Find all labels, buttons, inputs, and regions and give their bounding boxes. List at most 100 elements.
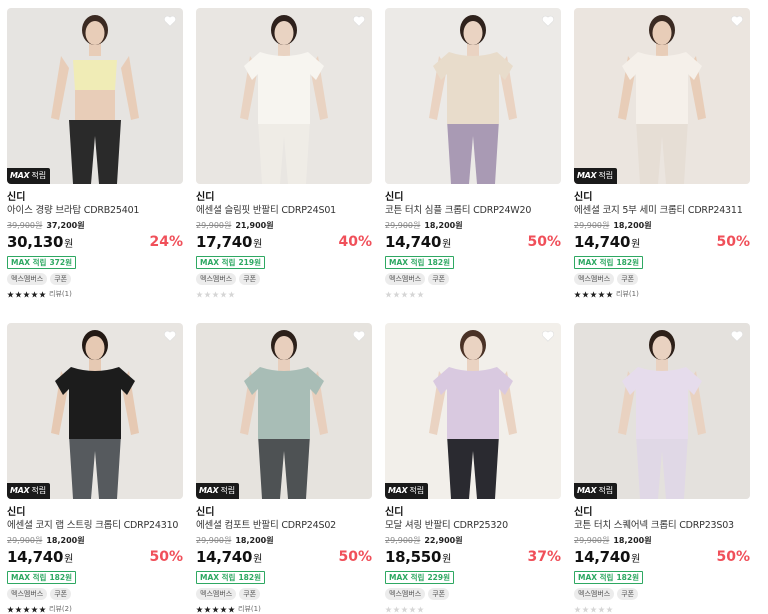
max-logo-icon: MAX bbox=[10, 171, 30, 180]
price-row: 29,900원 18,200원 bbox=[7, 535, 183, 546]
brand-name: 신디 bbox=[574, 507, 593, 518]
review-count[interactable]: 리뷰(1) bbox=[49, 289, 72, 299]
product-card[interactable]: MAX 적립 신디 모달 셔링 반팔티 CDRP25320 29,900원 22,900원… bbox=[385, 323, 561, 614]
brand-name: 신디 bbox=[7, 507, 26, 518]
product-image[interactable]: MAX 적립 bbox=[196, 323, 372, 499]
star-icon bbox=[590, 290, 597, 298]
product-name[interactable]: 에센셜 컴포트 반팔티 CDRP24S02 bbox=[196, 519, 372, 533]
product-name[interactable]: 에센셜 슬림핏 반팔티 CDRP24S01 bbox=[196, 204, 372, 218]
product-card[interactable]: MAX 적립 신디 코튼 터치 스퀘어넥 크롭티 CDRP23S03 29,900원 18… bbox=[574, 323, 750, 614]
star-icon bbox=[401, 290, 408, 298]
tag-chip: 멕스멤버스 bbox=[385, 273, 426, 285]
review-count[interactable]: 리뷰(2) bbox=[49, 604, 72, 614]
discount-rate: 37% bbox=[527, 549, 561, 565]
discount-rate: 40% bbox=[338, 234, 372, 250]
max-points-badge: MAX 적립 bbox=[385, 483, 429, 499]
product-name[interactable]: 코튼 터치 스퀘어넥 크롭티 CDRP23S03 bbox=[574, 519, 750, 533]
star-icon bbox=[204, 290, 211, 298]
product-name[interactable]: 에센셜 코지 랩 스트링 크롭티 CDRP24310 bbox=[7, 519, 183, 533]
max-points-label: MAX 적립 bbox=[200, 573, 236, 582]
max-points: MAX 적립 182원 bbox=[574, 571, 644, 584]
heart-icon bbox=[542, 15, 554, 27]
sale-price: 17,740원 bbox=[196, 233, 262, 251]
product-card[interactable]: 신디 에센셜 슬림핏 반팔티 CDRP24S01 29,900원 21,900원 17,… bbox=[196, 8, 372, 299]
original-price: 29,900원 bbox=[196, 221, 232, 230]
product-name[interactable]: 모달 셔링 반팔티 CDRP25320 bbox=[385, 519, 561, 533]
price-row: 29,900원 18,200원 bbox=[196, 535, 372, 546]
wishlist-button[interactable] bbox=[163, 14, 177, 28]
product-card[interactable]: MAX 적립신디 에센셜 코지 랩 스트링 크롭티 CDRP24310 29,900원… bbox=[7, 323, 183, 614]
product-card[interactable]: MAX 적립 신디 에센셜 코지 5부 세미 크롭티 CDRP24311 29,900원… bbox=[574, 8, 750, 299]
max-points-badge: MAX 적립 bbox=[7, 483, 51, 499]
rating-row bbox=[385, 289, 561, 299]
wishlist-button[interactable] bbox=[352, 329, 366, 343]
sale-price-value: 14,740 bbox=[385, 233, 442, 251]
product-card[interactable]: MAX 적립 신디 아이스 경량 브라탑 CDRB25401 39,900원 37,200… bbox=[7, 8, 183, 299]
max-points-badge: MAX 적립 bbox=[574, 483, 618, 499]
product-image[interactable]: MAX 적립 bbox=[574, 8, 750, 184]
wishlist-button[interactable] bbox=[541, 14, 555, 28]
max-badge-label: 적립 bbox=[409, 486, 425, 495]
wishlist-button[interactable] bbox=[163, 329, 177, 343]
max-logo-icon: MAX bbox=[10, 486, 30, 495]
star-icon bbox=[574, 290, 581, 298]
star-icon bbox=[15, 290, 22, 298]
wishlist-button[interactable] bbox=[541, 329, 555, 343]
sale-row: 14,740원 50% bbox=[385, 232, 561, 251]
sub-price: 18,200원 bbox=[613, 536, 652, 545]
product-name[interactable]: 코튼 터치 심플 크롭티 CDRP24W20 bbox=[385, 204, 561, 218]
max-points-label: MAX 적립 bbox=[578, 258, 614, 267]
tag-chip: 쿠폰 bbox=[239, 273, 261, 285]
tag-chip: 멕스멤버스 bbox=[574, 588, 615, 600]
review-count[interactable]: 리뷰(1) bbox=[238, 604, 261, 614]
max-badge-label: 적립 bbox=[598, 171, 614, 180]
rating-stars bbox=[385, 605, 424, 613]
heart-icon bbox=[731, 330, 743, 342]
sub-price: 18,200원 bbox=[46, 536, 85, 545]
product-image[interactable]: MAX 적립 bbox=[574, 323, 750, 499]
star-icon bbox=[220, 605, 227, 613]
tag-list: 멕스멤버스 쿠폰 bbox=[7, 273, 183, 285]
original-price: 29,900원 bbox=[7, 536, 43, 545]
heart-icon bbox=[164, 15, 176, 27]
sale-price-value: 30,130 bbox=[7, 233, 64, 251]
sale-price: 14,740원 bbox=[196, 548, 262, 566]
star-icon bbox=[23, 290, 30, 298]
review-count[interactable]: 리뷰(1) bbox=[616, 289, 639, 299]
rating-row: 리뷰(1) bbox=[574, 289, 750, 299]
star-icon bbox=[31, 605, 38, 613]
product-image[interactable]: MAX 적립 bbox=[7, 323, 183, 499]
currency-unit: 원 bbox=[253, 554, 262, 565]
price-row: 39,900원 37,200원 bbox=[7, 220, 183, 231]
product-photo bbox=[196, 8, 372, 184]
product-image[interactable] bbox=[385, 8, 561, 184]
max-points: MAX 적립 372원 bbox=[7, 256, 77, 269]
wishlist-button[interactable] bbox=[730, 329, 744, 343]
currency-unit: 원 bbox=[253, 239, 262, 250]
product-image[interactable] bbox=[196, 8, 372, 184]
star-icon bbox=[598, 290, 605, 298]
tag-chip: 멕스멤버스 bbox=[196, 588, 237, 600]
product-name[interactable]: 에센셜 코지 5부 세미 크롭티 CDRP24311 bbox=[574, 204, 750, 218]
discount-rate: 50% bbox=[716, 234, 750, 250]
discount-rate: 50% bbox=[527, 234, 561, 250]
wishlist-button[interactable] bbox=[352, 14, 366, 28]
sale-price: 30,130원 bbox=[7, 233, 73, 251]
rating-stars bbox=[7, 605, 46, 613]
product-image[interactable]: MAX 적립 bbox=[385, 323, 561, 499]
rating-row bbox=[574, 604, 750, 614]
tag-chip: 멕스멤버스 bbox=[7, 273, 48, 285]
product-image[interactable]: MAX 적립 bbox=[7, 8, 183, 184]
product-card[interactable]: 신디 코튼 터치 심플 크롭티 CDRP24W20 29,900원 18,200원 14… bbox=[385, 8, 561, 299]
max-points-label: MAX 적립 bbox=[389, 573, 425, 582]
tag-chip: 쿠폰 bbox=[239, 588, 261, 600]
rating-stars bbox=[574, 605, 613, 613]
star-icon bbox=[385, 605, 392, 613]
product-card[interactable]: MAX 적립 신디 에센셜 컴포트 반팔티 CDRP24S02 29,900원 18,20… bbox=[196, 323, 372, 614]
star-icon bbox=[39, 605, 46, 613]
wishlist-button[interactable] bbox=[730, 14, 744, 28]
star-icon bbox=[228, 290, 235, 298]
max-points-value: 182원 bbox=[616, 258, 640, 267]
max-points-label: MAX 적립 bbox=[578, 573, 614, 582]
product-name[interactable]: 아이스 경량 브라탑 CDRB25401 bbox=[7, 204, 183, 218]
